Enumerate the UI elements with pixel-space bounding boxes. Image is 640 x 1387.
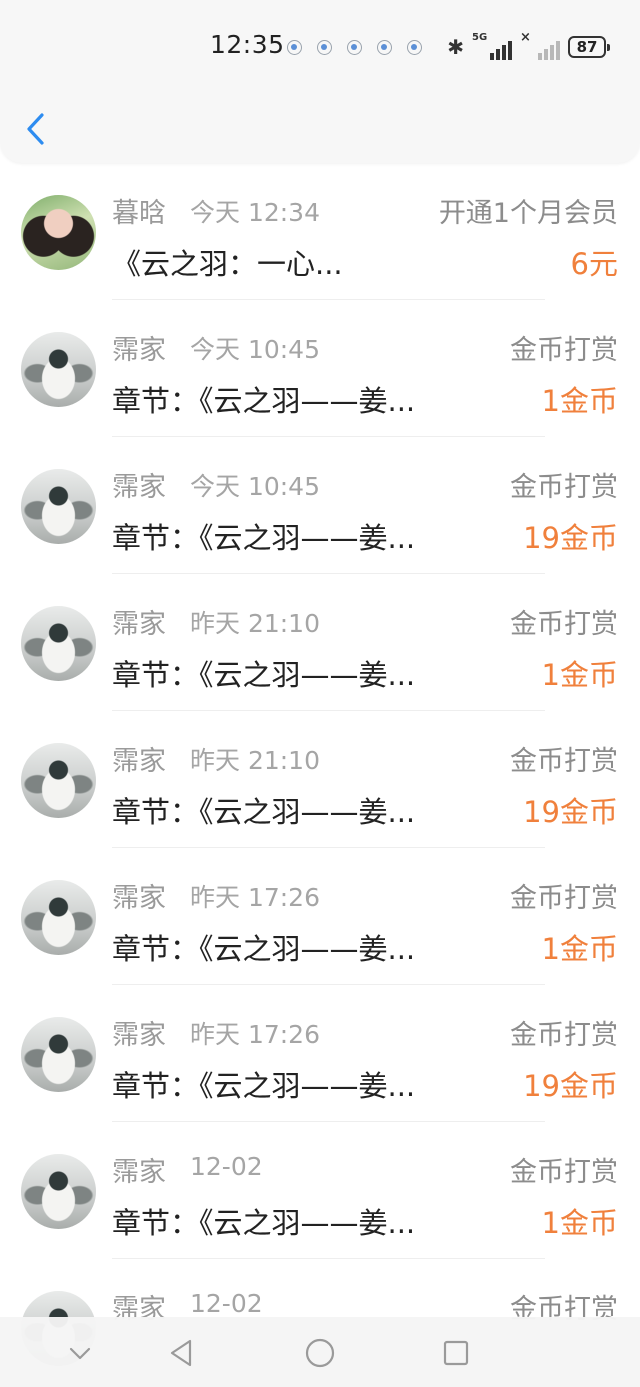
- record-row[interactable]: 霈家 昨天 17:26 金币打赏章节：《云之羽——姜... 1金币: [0, 848, 640, 985]
- record-row[interactable]: 霈家 12-02 金币打赏章节：《云之羽——姜... 1金币: [0, 1122, 640, 1259]
- avatar[interactable]: [21, 743, 96, 818]
- avatar[interactable]: [21, 1154, 96, 1229]
- record-time: 今天 10:45: [190, 335, 320, 364]
- record-amount: 1金币: [541, 932, 618, 966]
- record-amount: 6元: [570, 247, 618, 281]
- record-row[interactable]: 霈家 昨天 21:10 金币打赏章节：《云之羽——姜... 19金币: [0, 711, 640, 848]
- record-title: 章节：《云之羽——姜...: [112, 1069, 416, 1103]
- signal-5g-icon: 5G: [472, 32, 512, 60]
- home-circle-icon: [305, 1338, 335, 1368]
- record-title: 《云之羽：一心...: [112, 247, 343, 281]
- nav-recents-button[interactable]: [440, 1337, 472, 1369]
- user-name: 暮晗: [112, 198, 166, 229]
- system-icons: ✱ 5G × 87: [447, 30, 610, 60]
- avatar[interactable]: [21, 469, 96, 544]
- record-time: 昨天 17:26: [190, 1020, 320, 1049]
- record-row[interactable]: 霈家 今天 10:45 金币打赏章节：《云之羽——姜... 19金币: [0, 437, 640, 574]
- record-amount: 1金币: [541, 1206, 618, 1240]
- user-name: 霈家: [112, 746, 166, 777]
- battery-level: 87: [576, 38, 598, 56]
- recents-square-icon: [443, 1340, 469, 1366]
- record-type: 金币打赏: [510, 335, 618, 366]
- top-bar: 12:35 ✱ 5G × 87: [0, 0, 640, 163]
- user-name: 霈家: [112, 335, 166, 366]
- chevron-down-icon: [69, 1347, 91, 1360]
- record-title: 章节：《云之羽——姜...: [112, 658, 416, 692]
- screen: 12:35 ✱ 5G × 87 暮晗 今天 12:34 开通1个月会员 《云之羽…: [0, 0, 640, 1387]
- record-amount: 19金币: [523, 521, 618, 555]
- bluetooth-icon: ✱: [447, 35, 464, 59]
- notification-icon: [377, 40, 392, 55]
- user-name: 霈家: [112, 883, 166, 914]
- notification-icon: [317, 40, 332, 55]
- record-time: 昨天 21:10: [190, 746, 320, 775]
- notification-icon: [407, 40, 422, 55]
- record-time: 12-02: [190, 1289, 263, 1318]
- record-title: 章节：《云之羽——姜...: [112, 795, 416, 829]
- nav-collapse-button[interactable]: [64, 1337, 96, 1369]
- record-row[interactable]: 暮晗 今天 12:34 开通1个月会员《云之羽：一心... 6元: [0, 163, 640, 300]
- nav-back-button[interactable]: [166, 1337, 198, 1369]
- record-amount: 1金币: [541, 384, 618, 418]
- record-amount: 19金币: [523, 795, 618, 829]
- record-time: 昨天 17:26: [190, 883, 320, 912]
- record-type: 金币打赏: [510, 472, 618, 503]
- record-amount: 19金币: [523, 1069, 618, 1103]
- record-amount: 1金币: [541, 658, 618, 692]
- status-bar: 12:35 ✱ 5G × 87: [0, 28, 640, 68]
- system-nav-bar: [0, 1317, 640, 1387]
- back-button[interactable]: [18, 107, 54, 151]
- record-row[interactable]: 霈家 今天 10:45 金币打赏章节：《云之羽——姜... 1金币: [0, 300, 640, 437]
- avatar[interactable]: [21, 606, 96, 681]
- record-time: 今天 10:45: [190, 472, 320, 501]
- avatar[interactable]: [21, 880, 96, 955]
- record-type: 金币打赏: [510, 609, 618, 640]
- user-name: 霈家: [112, 1020, 166, 1051]
- record-type: 金币打赏: [510, 883, 618, 914]
- record-time: 12-02: [190, 1152, 263, 1181]
- notification-icon: [287, 40, 302, 55]
- nav-home-button[interactable]: [304, 1337, 336, 1369]
- record-title: 章节：《云之羽——姜...: [112, 384, 416, 418]
- avatar[interactable]: [21, 195, 96, 270]
- notification-icons: [287, 40, 422, 55]
- battery-icon: 87: [568, 36, 610, 58]
- back-triangle-icon: [170, 1339, 192, 1367]
- record-title: 章节：《云之羽——姜...: [112, 1206, 416, 1240]
- user-name: 霈家: [112, 1157, 166, 1188]
- record-type: 金币打赏: [510, 1020, 618, 1051]
- record-title: 章节：《云之羽——姜...: [112, 521, 416, 555]
- avatar[interactable]: [21, 1017, 96, 1092]
- record-type: 金币打赏: [510, 1157, 618, 1188]
- avatar[interactable]: [21, 332, 96, 407]
- status-time: 12:35: [210, 30, 285, 59]
- record-time: 昨天 21:10: [190, 609, 320, 638]
- record-title: 章节：《云之羽——姜...: [112, 932, 416, 966]
- record-row[interactable]: 霈家 昨天 17:26 金币打赏章节：《云之羽——姜... 19金币: [0, 985, 640, 1122]
- notification-icon: [347, 40, 362, 55]
- record-type: 金币打赏: [510, 746, 618, 777]
- signal-no-service-icon: ×: [520, 30, 560, 60]
- record-time: 今天 12:34: [190, 198, 320, 227]
- record-type: 开通1个月会员: [438, 198, 618, 229]
- chevron-left-icon: [27, 113, 44, 145]
- user-name: 霈家: [112, 609, 166, 640]
- user-name: 霈家: [112, 472, 166, 503]
- record-row[interactable]: 霈家 昨天 21:10 金币打赏章节：《云之羽——姜... 1金币: [0, 574, 640, 711]
- record-list: 暮晗 今天 12:34 开通1个月会员 《云之羽：一心... 6元 霈家 今天 10:45 金…: [0, 163, 640, 1387]
- network-label: 5G: [472, 32, 488, 43]
